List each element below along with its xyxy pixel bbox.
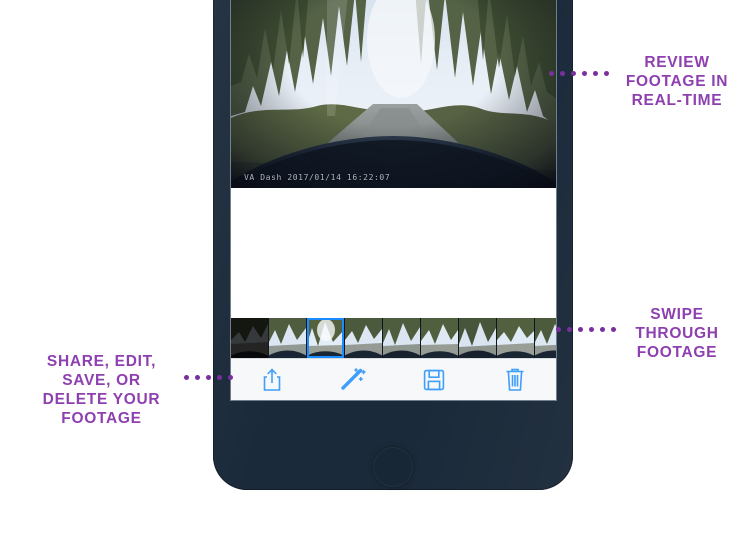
thumbnail-image — [459, 318, 496, 358]
action-toolbar — [231, 358, 556, 400]
thumbnail-image — [269, 318, 306, 358]
trash-can-icon — [506, 368, 524, 391]
thumbnail-image — [535, 318, 556, 358]
filmstrip-thumbnail[interactable] — [497, 318, 534, 358]
thumbnail-image — [497, 318, 534, 358]
filmstrip-thumbnail-selected[interactable] — [307, 318, 344, 358]
filmstrip-thumbnail[interactable] — [231, 318, 268, 358]
filmstrip-thumbnail[interactable] — [459, 318, 496, 358]
filmstrip-thumbnail[interactable] — [421, 318, 458, 358]
share-icon — [263, 368, 280, 391]
filmstrip-thumbnail-strip[interactable] — [231, 318, 556, 358]
leader-dots-share — [184, 375, 233, 380]
filmstrip-thumbnail[interactable] — [269, 318, 306, 358]
thumbnail-image — [345, 318, 382, 358]
thumbnail-image — [231, 318, 268, 358]
filmstrip-thumbnail[interactable] — [535, 318, 556, 358]
delete-button[interactable] — [495, 363, 535, 397]
thumbnail-image — [307, 318, 344, 358]
video-player[interactable]: VA Dash 2017/01/14 16:22:07 — [231, 0, 556, 188]
leader-dots-review — [549, 71, 609, 76]
leader-dots-swipe — [556, 327, 616, 332]
callout-review-footage: REVIEW FOOTAGE IN REAL-TIME — [625, 54, 729, 109]
filmstrip-thumbnail[interactable] — [345, 318, 382, 358]
magic-wand-icon — [341, 368, 366, 390]
screen-blank-area — [231, 188, 556, 318]
callout-share-edit-save-delete: SHARE, EDIT, SAVE, OR DELETE YOUR FOOTAG… — [42, 353, 161, 427]
video-frame-image — [231, 0, 556, 188]
share-button[interactable] — [252, 363, 292, 397]
save-button[interactable] — [414, 363, 454, 397]
filmstrip-thumbnail[interactable] — [383, 318, 420, 358]
floppy-disk-save-icon — [423, 369, 445, 391]
phone-mockup: VA Dash 2017/01/14 16:22:07 — [213, 0, 573, 490]
callout-swipe-through-footage: SWIPE THROUGH FOOTAGE — [635, 306, 719, 361]
thumbnail-image — [421, 318, 458, 358]
edit-button[interactable] — [333, 363, 373, 397]
home-button[interactable] — [373, 447, 413, 487]
thumbnail-image — [383, 318, 420, 358]
video-timestamp-overlay: VA Dash 2017/01/14 16:22:07 — [244, 173, 391, 182]
phone-screen: VA Dash 2017/01/14 16:22:07 — [231, 0, 556, 400]
